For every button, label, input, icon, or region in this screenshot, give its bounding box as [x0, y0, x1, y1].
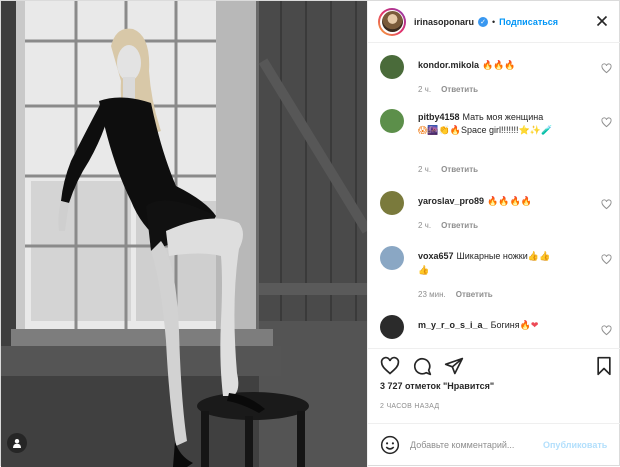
like-comment-heart-icon[interactable]: [601, 254, 612, 265]
add-comment-bar: Опубликовать: [368, 423, 620, 467]
comment-meta: 2 ч. Ответить: [418, 85, 488, 94]
reply-button[interactable]: Ответить: [441, 221, 478, 230]
author-username[interactable]: irinasoponaru: [414, 17, 474, 27]
bookmark-icon[interactable]: [594, 356, 614, 376]
comment-item: m_y_r_o_s_i_a_ Богиня🔥❤: [380, 315, 616, 345]
commenter-avatar[interactable]: [380, 191, 404, 215]
post-actions-bar: [368, 348, 620, 382]
comment-time: 2 ч.: [418, 221, 432, 230]
emoji-icon[interactable]: [380, 435, 400, 455]
reply-button[interactable]: Ответить: [441, 165, 478, 174]
post-sidebar: irinasoponaru ✓ • Подписаться kondor.mik…: [367, 1, 620, 467]
commenter-avatar[interactable]: [380, 55, 404, 79]
author-avatar[interactable]: [378, 7, 406, 36]
comment-time: 23 мин.: [418, 290, 446, 299]
comment-text: kondor.mikola 🔥🔥🔥: [418, 59, 588, 73]
post-header: irinasoponaru ✓ • Подписаться: [368, 1, 620, 43]
comment-text: pitby4158 Мать моя женщина 😱🌆👏🔥Space girl…: [418, 111, 588, 138]
comment-content-2: Space girl!!!!!!!: [461, 125, 519, 135]
comment-meta: 2 ч. Ответить: [418, 221, 488, 230]
like-comment-heart-icon[interactable]: [601, 117, 612, 128]
comment-meta: 23 мин. Ответить: [418, 290, 503, 299]
instagram-post: irinasoponaru ✓ • Подписаться kondor.mik…: [0, 0, 620, 467]
reply-button[interactable]: Ответить: [456, 290, 493, 299]
comment-content: Мать моя женщина: [462, 112, 544, 122]
comment-username[interactable]: pitby4158: [418, 112, 460, 122]
verified-badge-icon: ✓: [478, 16, 489, 27]
comment-text: yaroslav_pro89 🔥🔥🔥🔥: [418, 195, 588, 209]
header-separator: •: [492, 16, 496, 27]
comment-icon[interactable]: [412, 356, 432, 376]
comment-time: 2 ч.: [418, 165, 432, 174]
comment-emoji: 🔥❤: [519, 321, 539, 331]
commenter-avatar[interactable]: [380, 246, 404, 270]
comment-meta: 2 ч. Ответить: [418, 165, 488, 174]
comment-item: yaroslav_pro89 🔥🔥🔥🔥 2 ч. Ответить: [380, 191, 616, 239]
comment-emoji: 🔥🔥🔥🔥: [487, 197, 532, 207]
heart-icon[interactable]: [380, 356, 400, 376]
post-photo[interactable]: [1, 1, 367, 467]
like-comment-heart-icon[interactable]: [601, 63, 612, 74]
comment-username[interactable]: yaroslav_pro89: [418, 196, 484, 206]
reply-button[interactable]: Ответить: [441, 85, 478, 94]
comment-item: pitby4158 Мать моя женщина 😱🌆👏🔥Space girl…: [380, 109, 616, 179]
comment-emoji: 😱🌆👏🔥: [418, 126, 462, 136]
user-tag-icon[interactable]: [7, 433, 27, 453]
comment-content: Шикарные ножки: [456, 251, 528, 261]
comments-list[interactable]: kondor.mikola 🔥🔥🔥 2 ч. Ответить pitby4158 М…: [368, 43, 620, 348]
comment-text: m_y_r_o_s_i_a_ Богиня🔥❤: [418, 319, 588, 333]
commenter-avatar[interactable]: [380, 315, 404, 339]
comment-username[interactable]: voxa657: [418, 251, 454, 261]
comment-emoji: 🔥🔥🔥: [482, 61, 516, 71]
comment-username[interactable]: kondor.mikola: [418, 60, 479, 70]
like-comment-heart-icon[interactable]: [601, 325, 612, 336]
more-options-icon[interactable]: [596, 15, 608, 27]
comment-username[interactable]: m_y_r_o_s_i_a_: [418, 320, 488, 330]
photo-scene: [1, 1, 367, 467]
comment-item: kondor.mikola 🔥🔥🔥 2 ч. Ответить: [380, 55, 616, 103]
like-comment-heart-icon[interactable]: [601, 199, 612, 210]
comment-content: Богиня: [490, 320, 520, 330]
likes-count[interactable]: 3 727 отметок "Нравится": [380, 381, 494, 391]
publish-button[interactable]: Опубликовать: [543, 440, 607, 450]
share-icon[interactable]: [444, 356, 464, 376]
post-timestamp[interactable]: 2 ЧАСОВ НАЗАД: [380, 403, 439, 410]
comment-time: 2 ч.: [418, 85, 432, 94]
follow-button[interactable]: Подписаться: [499, 17, 558, 27]
comment-text: voxa657 Шикарные ножки👍👍 👍: [418, 250, 588, 278]
comment-input[interactable]: [410, 435, 540, 455]
commenter-avatar[interactable]: [380, 109, 404, 133]
comment-emoji-2: ⭐✨🧪: [518, 126, 553, 136]
comment-emoji-2: 👍: [418, 266, 430, 276]
comment-item: voxa657 Шикарные ножки👍👍 👍 23 мин. Ответит…: [380, 246, 616, 306]
comment-emoji: 👍👍: [527, 252, 551, 262]
